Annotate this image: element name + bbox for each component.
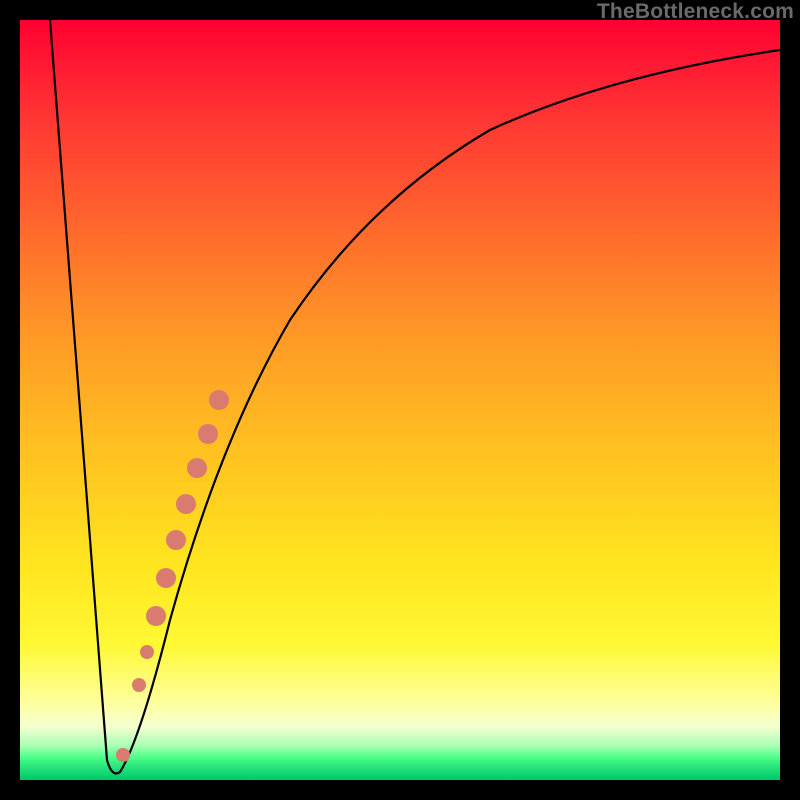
marker-dot [187,458,207,478]
marker-dot [116,748,130,762]
marker-dot [132,678,146,692]
marker-dot [209,390,229,410]
chart-stage: TheBottleneck.com [0,0,800,800]
chart-svg [20,20,780,780]
marker-dot [140,645,154,659]
marker-dot [166,530,186,550]
bottleneck-curve [50,20,780,774]
plot-area [20,20,780,780]
marker-dot [146,606,166,626]
marker-dot [156,568,176,588]
watermark-text: TheBottleneck.com [597,0,794,24]
marker-dot [176,494,196,514]
marker-dot [198,424,218,444]
marker-group [116,390,229,762]
